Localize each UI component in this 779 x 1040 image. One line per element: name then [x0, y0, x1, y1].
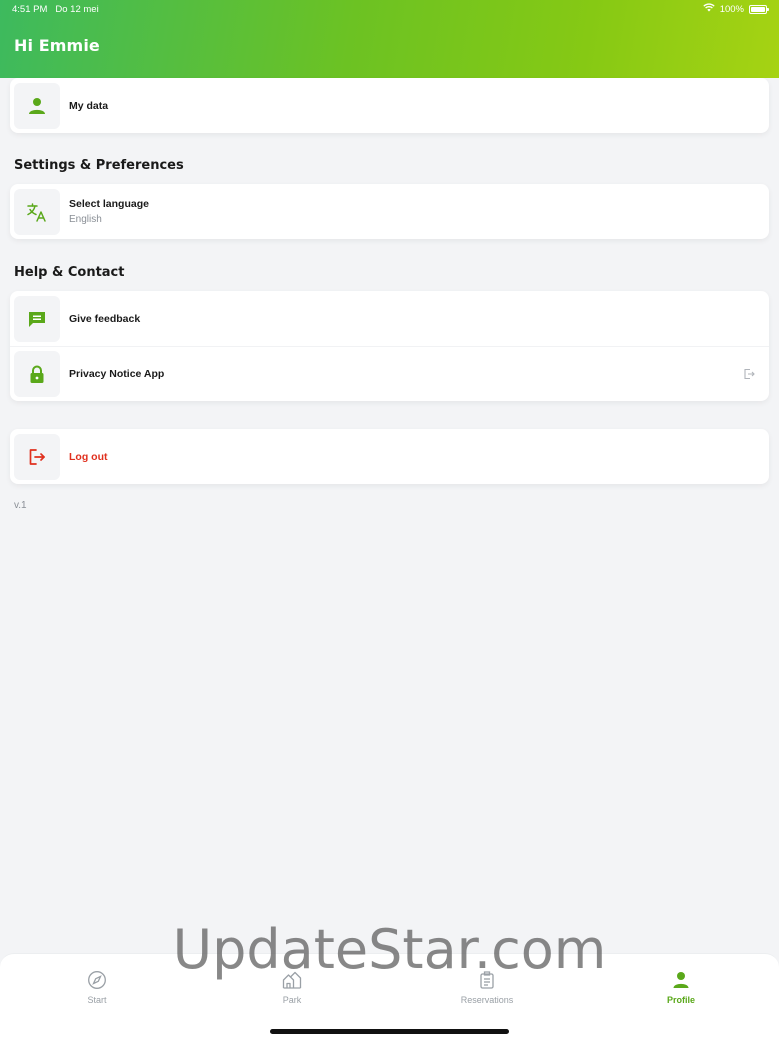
- my-data-label: My data: [69, 99, 109, 112]
- status-time: 4:51 PM: [12, 3, 48, 15]
- select-language-label: Select language: [69, 198, 149, 210]
- compass-icon: [87, 970, 107, 992]
- tab-reservations-label: Reservations: [460, 995, 514, 1005]
- battery-icon: [749, 4, 769, 14]
- wifi-icon: [703, 3, 715, 15]
- tab-reservations[interactable]: Reservations: [427, 970, 547, 1005]
- privacy-notice-row[interactable]: Privacy Notice App: [10, 346, 769, 401]
- give-feedback-row[interactable]: Give feedback: [10, 291, 769, 346]
- tab-park[interactable]: Park: [232, 970, 352, 1005]
- logout-label: Log out: [69, 450, 108, 463]
- give-feedback-label: Give feedback: [69, 312, 141, 325]
- privacy-notice-label: Privacy Notice App: [69, 368, 165, 380]
- battery-percent: 100%: [719, 3, 744, 15]
- bottom-tab-bar: Start Park Reservations Profile: [0, 953, 779, 1040]
- logout-card: Log out: [10, 429, 769, 484]
- home-indicator[interactable]: [270, 1029, 509, 1034]
- my-data-card: My data: [10, 78, 769, 133]
- tab-profile-label: Profile: [666, 995, 695, 1005]
- status-bar: 4:51 PM Do 12 mei 100%: [0, 0, 779, 18]
- app-version: v.1: [14, 500, 27, 511]
- select-language-row[interactable]: Select language English: [10, 184, 769, 239]
- lock-icon: [14, 351, 60, 397]
- help-card: Give feedback Privacy Notice App: [10, 291, 769, 401]
- status-date: Do 12 mei: [55, 3, 99, 15]
- tab-start[interactable]: Start: [37, 970, 157, 1005]
- reservations-icon: [477, 970, 497, 992]
- translate-icon: [14, 188, 60, 235]
- tab-park-label: Park: [282, 995, 302, 1005]
- person-icon: [671, 970, 691, 992]
- person-icon: [14, 82, 60, 129]
- feedback-icon: [14, 295, 60, 342]
- settings-card: Select language English: [10, 184, 769, 239]
- header: 4:51 PM Do 12 mei 100% Hi Emmie: [0, 0, 779, 78]
- tab-profile[interactable]: Profile: [621, 970, 741, 1005]
- status-indicators: 100%: [703, 3, 769, 15]
- help-section-title: Help & Contact: [14, 265, 125, 280]
- settings-section-title: Settings & Preferences: [14, 158, 184, 173]
- greeting-title: Hi Emmie: [14, 36, 100, 55]
- park-icon: [282, 970, 302, 992]
- tab-start-label: Start: [87, 995, 107, 1005]
- external-link-icon: [743, 367, 755, 385]
- selected-language-value: English: [69, 214, 102, 225]
- logout-row[interactable]: Log out: [10, 429, 769, 484]
- logout-icon: [14, 433, 60, 480]
- my-data-row[interactable]: My data: [10, 78, 769, 133]
